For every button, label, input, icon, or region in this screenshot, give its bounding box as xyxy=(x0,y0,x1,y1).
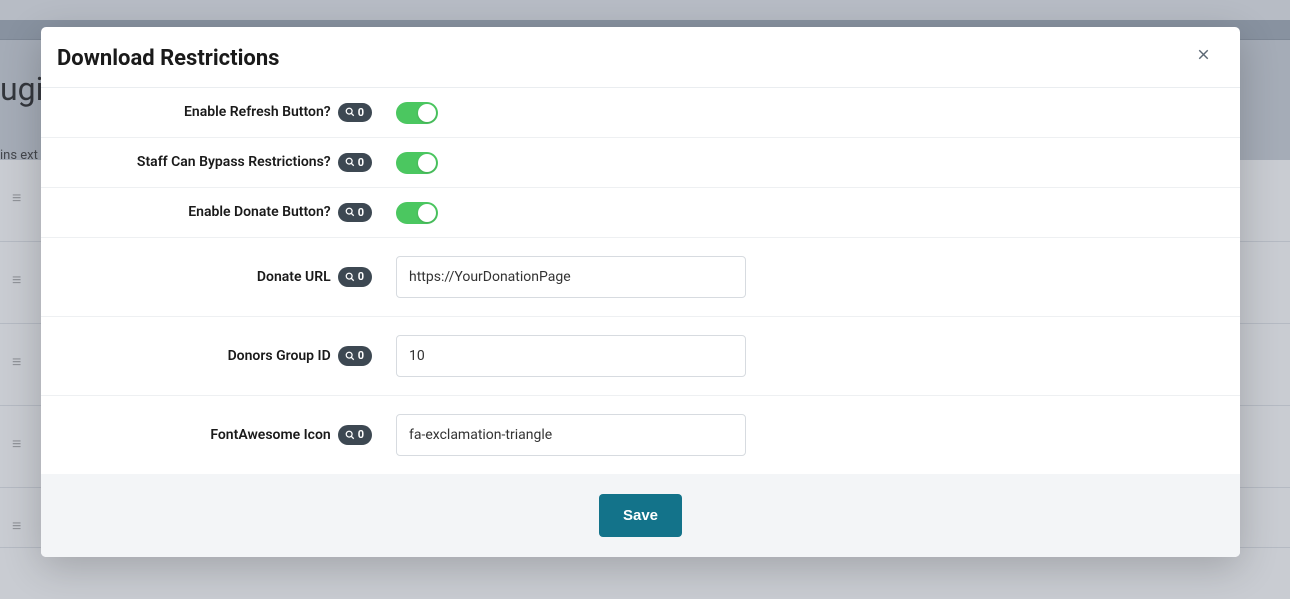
label-enable-refresh: Enable Refresh Button? xyxy=(184,104,331,120)
close-button[interactable] xyxy=(1195,46,1212,67)
row-enable-donate: Enable Donate Button? 0 xyxy=(41,188,1240,238)
toggle-knob xyxy=(418,154,436,172)
row-enable-refresh: Enable Refresh Button? 0 xyxy=(41,88,1240,138)
translation-badge[interactable]: 0 xyxy=(338,346,372,365)
search-icon xyxy=(345,351,355,361)
label-enable-donate: Enable Donate Button? xyxy=(188,204,330,220)
input-donate-url[interactable] xyxy=(396,256,746,298)
modal-footer: Save xyxy=(41,474,1240,557)
label-donate-url: Donate URL xyxy=(257,269,331,285)
modal-body: Enable Refresh Button? 0 Staff Can Bypas… xyxy=(41,88,1240,474)
row-fa-icon: FontAwesome Icon 0 xyxy=(41,396,1240,474)
modal-download-restrictions: Download Restrictions Enable Refresh But… xyxy=(41,27,1240,557)
label-donors-group: Donors Group ID xyxy=(228,348,331,364)
badge-count: 0 xyxy=(358,155,364,170)
modal-header: Download Restrictions xyxy=(41,27,1240,88)
close-icon xyxy=(1195,46,1212,63)
translation-badge[interactable]: 0 xyxy=(338,425,372,444)
search-icon xyxy=(345,272,355,282)
badge-count: 0 xyxy=(358,105,364,120)
translation-badge[interactable]: 0 xyxy=(338,267,372,286)
input-donors-group[interactable] xyxy=(396,335,746,377)
save-button[interactable]: Save xyxy=(599,494,682,537)
translation-badge[interactable]: 0 xyxy=(338,103,372,122)
row-staff-bypass: Staff Can Bypass Restrictions? 0 xyxy=(41,138,1240,188)
badge-count: 0 xyxy=(358,348,364,363)
translation-badge[interactable]: 0 xyxy=(338,153,372,172)
input-fa-icon[interactable] xyxy=(396,414,746,456)
row-donors-group: Donors Group ID 0 xyxy=(41,317,1240,396)
row-donate-url: Donate URL 0 xyxy=(41,238,1240,317)
toggle-enable-donate[interactable] xyxy=(396,202,438,224)
badge-count: 0 xyxy=(358,427,364,442)
modal-title: Download Restrictions xyxy=(57,46,279,71)
search-icon xyxy=(345,430,355,440)
toggle-knob xyxy=(418,204,436,222)
toggle-knob xyxy=(418,104,436,122)
toggle-staff-bypass[interactable] xyxy=(396,152,438,174)
badge-count: 0 xyxy=(358,205,364,220)
search-icon xyxy=(345,107,355,117)
label-staff-bypass: Staff Can Bypass Restrictions? xyxy=(137,154,331,170)
toggle-enable-refresh[interactable] xyxy=(396,102,438,124)
label-fa-icon: FontAwesome Icon xyxy=(210,427,330,443)
badge-count: 0 xyxy=(358,269,364,284)
search-icon xyxy=(345,157,355,167)
search-icon xyxy=(345,207,355,217)
translation-badge[interactable]: 0 xyxy=(338,203,372,222)
